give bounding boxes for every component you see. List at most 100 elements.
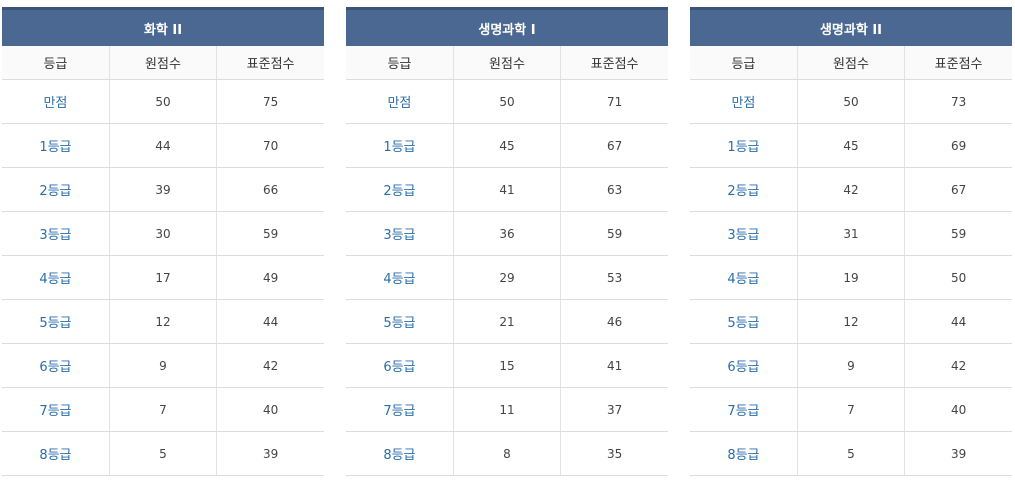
table-row: 3등급 30 59 xyxy=(2,211,324,256)
raw-score-cell: 50 xyxy=(797,79,906,124)
table-row: 만점 50 73 xyxy=(690,79,1012,124)
table-row: 2등급 39 66 xyxy=(2,167,324,212)
grade-cell: 8등급 xyxy=(346,431,454,476)
standard-score-cell: 71 xyxy=(560,79,668,124)
raw-score-cell: 31 xyxy=(797,211,906,256)
raw-score-header: 원점수 xyxy=(797,46,906,80)
grade-header: 등급 xyxy=(346,46,454,80)
grade-cell: 만점 xyxy=(690,79,798,124)
raw-score-cell: 39 xyxy=(109,167,218,212)
raw-score-cell: 7 xyxy=(109,387,218,432)
standard-score-cell: 44 xyxy=(216,299,324,344)
grade-header: 등급 xyxy=(690,46,798,80)
table-row: 1등급 44 70 xyxy=(2,123,324,168)
standard-score-cell: 53 xyxy=(560,255,668,300)
grade-cell: 5등급 xyxy=(690,299,798,344)
standard-score-cell: 42 xyxy=(904,343,1012,388)
score-panel: 생명과학 II 등급 원점수 표준점수 만점 50 73 1등급 45 69 2등급 42 67 3등급 3… xyxy=(690,7,1012,476)
grade-cell: 2등급 xyxy=(346,167,454,212)
raw-score-cell: 12 xyxy=(797,299,906,344)
table-row: 8등급 5 39 xyxy=(690,431,1012,476)
raw-score-header: 원점수 xyxy=(453,46,562,80)
table-row: 5등급 12 44 xyxy=(690,299,1012,344)
table-row: 3등급 31 59 xyxy=(690,211,1012,256)
standard-score-cell: 37 xyxy=(560,387,668,432)
grade-cell: 2등급 xyxy=(2,167,110,212)
grade-cell: 8등급 xyxy=(2,431,110,476)
raw-score-cell: 36 xyxy=(453,211,562,256)
standard-score-cell: 40 xyxy=(904,387,1012,432)
header-row: 등급 원점수 표준점수 xyxy=(346,46,668,80)
standard-score-cell: 41 xyxy=(560,343,668,388)
table-row: 1등급 45 69 xyxy=(690,123,1012,168)
standard-score-cell: 59 xyxy=(904,211,1012,256)
header-row: 등급 원점수 표준점수 xyxy=(2,46,324,80)
standard-score-cell: 75 xyxy=(216,79,324,124)
table-row: 만점 50 71 xyxy=(346,79,668,124)
table-row: 3등급 36 59 xyxy=(346,211,668,256)
table-row: 4등급 19 50 xyxy=(690,255,1012,300)
grade-cell: 만점 xyxy=(346,79,454,124)
raw-score-cell: 42 xyxy=(797,167,906,212)
table-row: 7등급 7 40 xyxy=(2,387,324,432)
panel-title: 생명과학 II xyxy=(690,7,1012,46)
standard-score-cell: 59 xyxy=(560,211,668,256)
standard-score-cell: 70 xyxy=(216,123,324,168)
table-row: 8등급 5 39 xyxy=(2,431,324,476)
grade-cell: 7등급 xyxy=(690,387,798,432)
grade-cell: 3등급 xyxy=(346,211,454,256)
standard-score-cell: 69 xyxy=(904,123,1012,168)
grade-header: 등급 xyxy=(2,46,110,80)
grade-cell: 7등급 xyxy=(2,387,110,432)
raw-score-cell: 5 xyxy=(797,431,906,476)
score-table: 등급 원점수 표준점수 만점 50 75 1등급 44 70 2등급 39 66 3등급 30 59 4등급 1… xyxy=(2,46,324,476)
standard-score-cell: 39 xyxy=(216,431,324,476)
score-table: 등급 원점수 표준점수 만점 50 73 1등급 45 69 2등급 42 67 3등급 31 59 4등급 1… xyxy=(690,46,1012,476)
raw-score-cell: 12 xyxy=(109,299,218,344)
raw-score-cell: 11 xyxy=(453,387,562,432)
raw-score-cell: 30 xyxy=(109,211,218,256)
grade-cell: 4등급 xyxy=(2,255,110,300)
grade-cell: 1등급 xyxy=(2,123,110,168)
standard-score-cell: 44 xyxy=(904,299,1012,344)
table-row: 2등급 42 67 xyxy=(690,167,1012,212)
grade-cell: 6등급 xyxy=(346,343,454,388)
standard-score-cell: 46 xyxy=(560,299,668,344)
standard-score-cell: 73 xyxy=(904,79,1012,124)
raw-score-header: 원점수 xyxy=(109,46,218,80)
grade-cell: 5등급 xyxy=(2,299,110,344)
score-panel: 화학 II 등급 원점수 표준점수 만점 50 75 1등급 44 70 2등급 39 66 3등급 30 5… xyxy=(2,7,324,476)
standard-score-cell: 63 xyxy=(560,167,668,212)
standard-score-header: 표준점수 xyxy=(560,46,668,80)
standard-score-cell: 49 xyxy=(216,255,324,300)
grade-cell: 6등급 xyxy=(2,343,110,388)
raw-score-cell: 45 xyxy=(797,123,906,168)
raw-score-cell: 17 xyxy=(109,255,218,300)
panel-title: 화학 II xyxy=(2,7,324,46)
table-row: 4등급 29 53 xyxy=(346,255,668,300)
table-row: 6등급 9 42 xyxy=(2,343,324,388)
table-row: 6등급 9 42 xyxy=(690,343,1012,388)
standard-score-cell: 42 xyxy=(216,343,324,388)
table-row: 7등급 7 40 xyxy=(690,387,1012,432)
grade-cell: 5등급 xyxy=(346,299,454,344)
standard-score-cell: 50 xyxy=(904,255,1012,300)
grade-cell: 4등급 xyxy=(690,255,798,300)
table-row: 4등급 17 49 xyxy=(2,255,324,300)
table-row: 6등급 15 41 xyxy=(346,343,668,388)
score-table: 등급 원점수 표준점수 만점 50 71 1등급 45 67 2등급 41 63 3등급 36 59 4등급 2… xyxy=(346,46,668,476)
grade-cell: 1등급 xyxy=(346,123,454,168)
raw-score-cell: 9 xyxy=(797,343,906,388)
standard-score-cell: 67 xyxy=(560,123,668,168)
table-row: 2등급 41 63 xyxy=(346,167,668,212)
grade-cell: 6등급 xyxy=(690,343,798,388)
raw-score-cell: 21 xyxy=(453,299,562,344)
raw-score-cell: 29 xyxy=(453,255,562,300)
table-row: 5등급 12 44 xyxy=(2,299,324,344)
raw-score-cell: 19 xyxy=(797,255,906,300)
table-row: 8등급 8 35 xyxy=(346,431,668,476)
standard-score-header: 표준점수 xyxy=(904,46,1012,80)
grade-cell: 3등급 xyxy=(2,211,110,256)
raw-score-cell: 5 xyxy=(109,431,218,476)
header-row: 등급 원점수 표준점수 xyxy=(690,46,1012,80)
